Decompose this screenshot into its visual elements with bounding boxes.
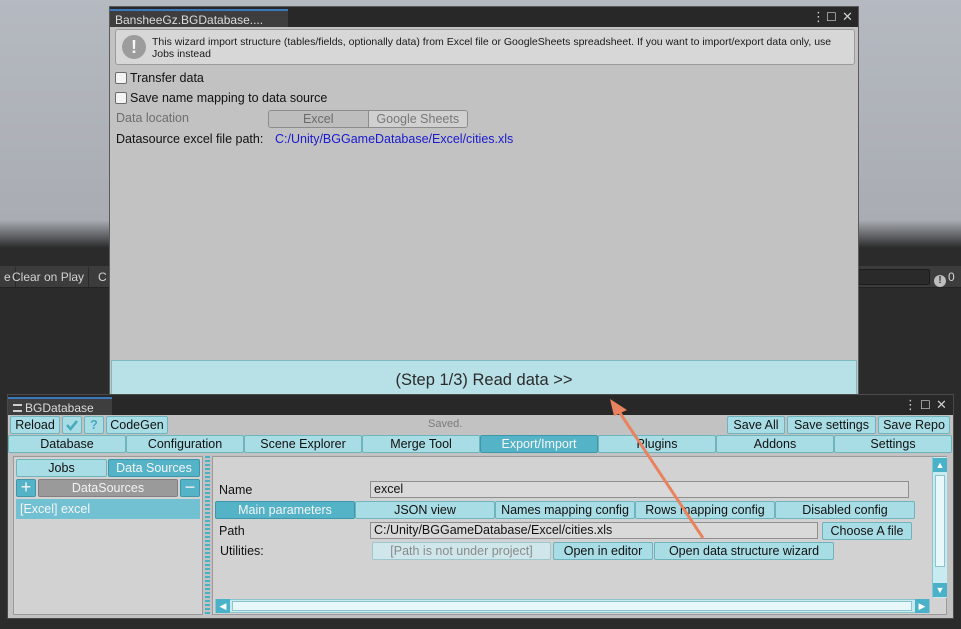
annotation-arrow-head [610,399,627,416]
annotation-arrow [610,399,705,539]
annotation-arrow-line [616,409,705,539]
